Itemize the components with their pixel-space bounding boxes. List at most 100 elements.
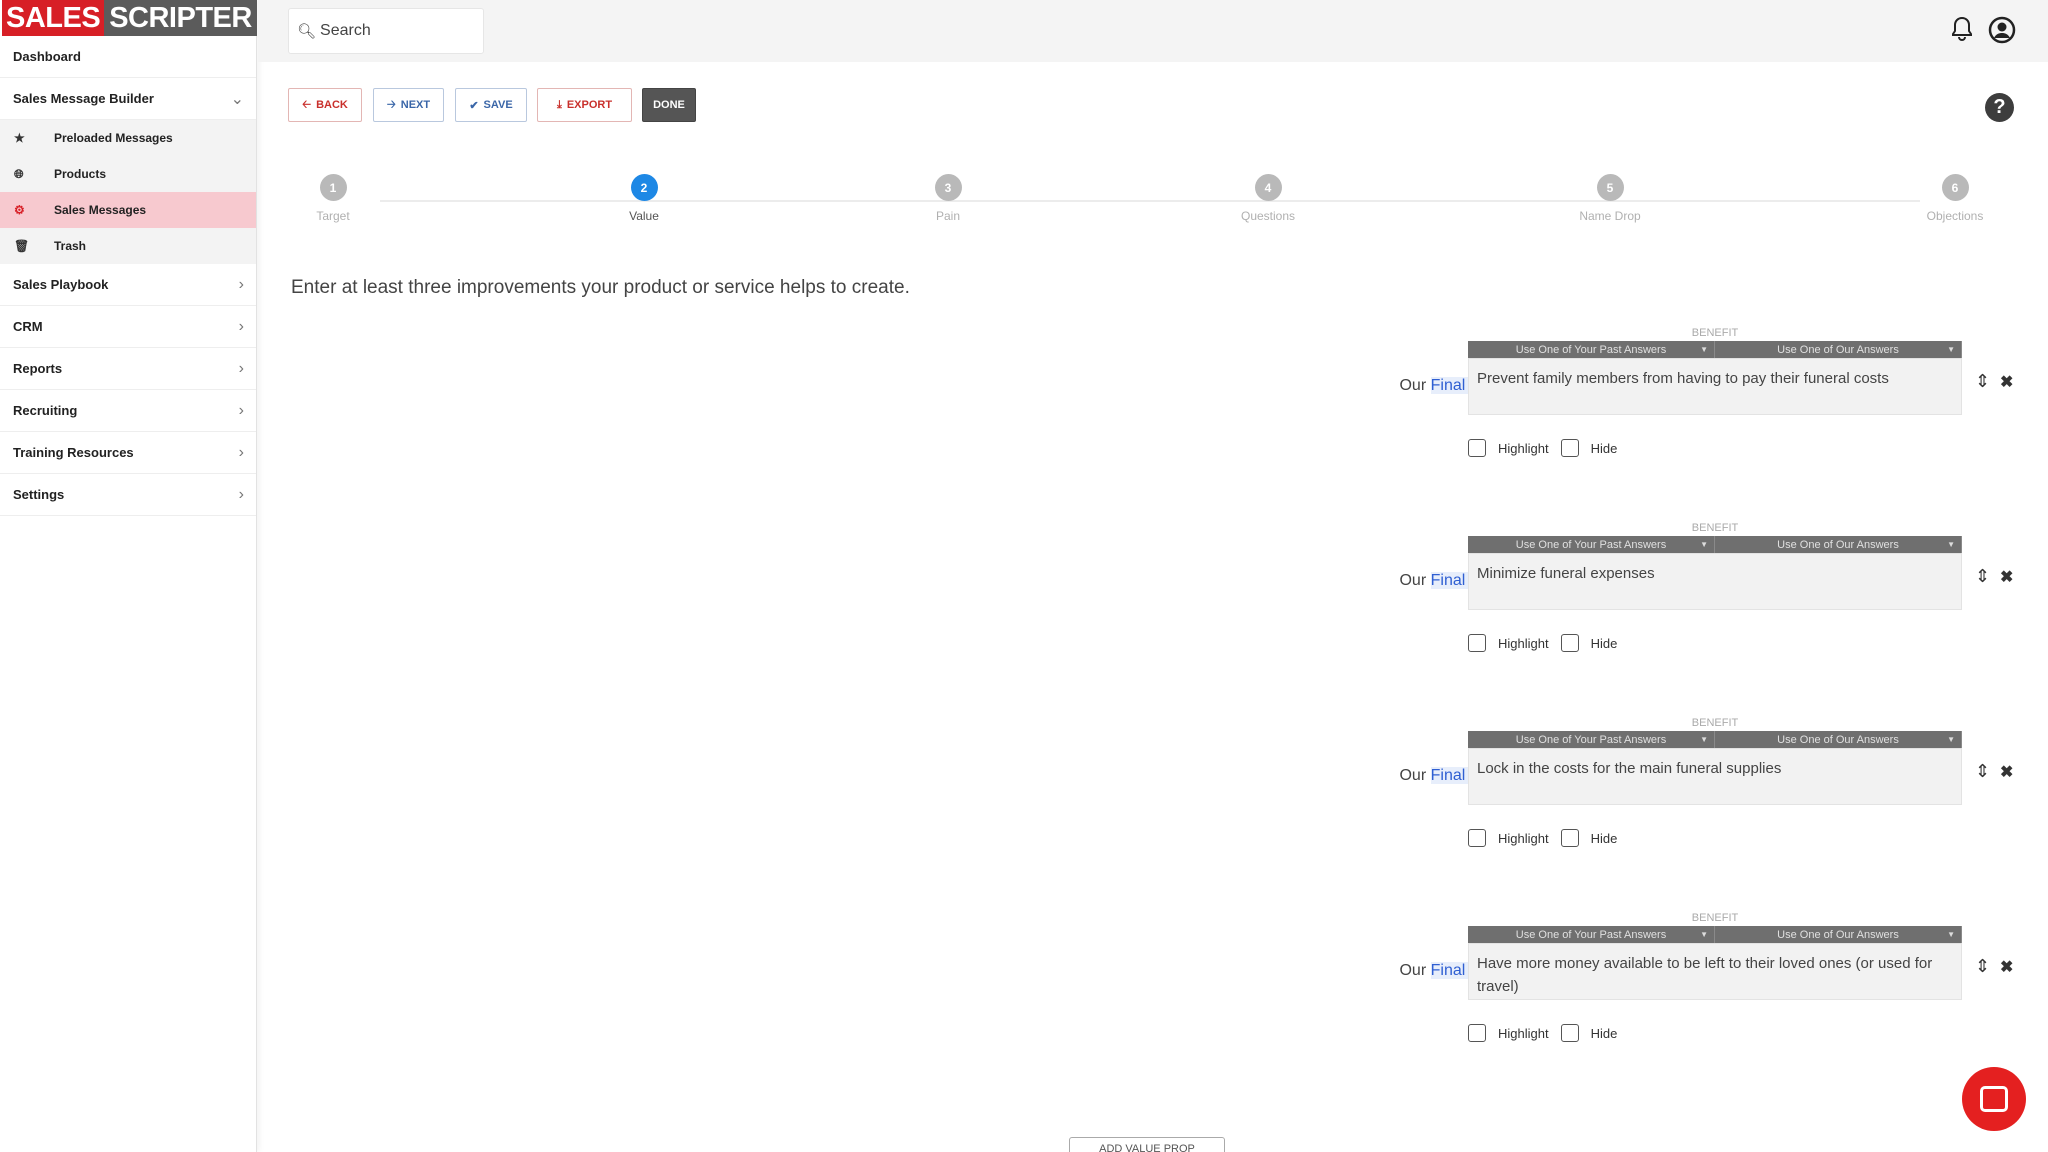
trash-icon: 🗑︎ — [14, 239, 30, 253]
benefit-textarea[interactable]: Minimize funeral expenses — [1468, 553, 1962, 610]
back-button-label: BACK — [316, 99, 348, 111]
benefit-textarea[interactable]: Prevent family members from having to pa… — [1468, 358, 1962, 415]
download-icon: ⤓ — [556, 98, 562, 111]
caret-down-icon: ▼ — [1947, 735, 1955, 744]
step-pain[interactable]: 3 Pain — [878, 174, 1018, 223]
highlight-checkbox[interactable] — [1468, 1024, 1486, 1042]
sidebar-item-products[interactable]: 🌐︎ Products — [0, 156, 256, 192]
caret-down-icon: ▼ — [1947, 345, 1955, 354]
nav-recruiting[interactable]: Recruiting › — [0, 390, 256, 432]
dropdown-label: Use One of Our Answers — [1777, 733, 1899, 746]
star-icon: ★ — [14, 131, 25, 145]
step-number: 6 — [1941, 174, 1969, 201]
benefit-options: Highlight Hide — [1468, 439, 1617, 457]
step-objections[interactable]: 6 Objections — [1885, 174, 2025, 223]
highlight-checkbox[interactable] — [1468, 829, 1486, 847]
dropdown-label: Use One of Your Past Answers — [1515, 928, 1667, 941]
past-answers-dropdown[interactable]: Use One of Your Past Answers ▼ — [1468, 341, 1715, 358]
nav-section-label: Sales Playbook — [13, 277, 109, 292]
benefit-textarea[interactable]: Lock in the costs for the main funeral s… — [1468, 748, 1962, 805]
highlight-label: Highlight — [1498, 830, 1549, 846]
sort-icon[interactable]: ⇕ — [1975, 761, 1990, 782]
top-bar: 🔍︎ Search — [258, 0, 2048, 62]
benefit-row: Our Final Expense helps people to BENEFI… — [1180, 717, 2040, 892]
nav-sales-playbook[interactable]: Sales Playbook › — [0, 264, 256, 306]
benefit-textarea[interactable]: Have more money available to be left to … — [1468, 943, 1962, 1000]
caret-down-icon: ▼ — [1700, 930, 1708, 939]
hide-label: Hide — [1590, 830, 1618, 846]
hide-checkbox[interactable] — [1560, 634, 1579, 652]
save-button-label: SAVE — [483, 99, 513, 111]
next-button-label: NEXT — [400, 99, 431, 111]
next-button[interactable]: 🡢︎ NEXT — [373, 88, 444, 122]
answer-dropdowns: Use One of Your Past Answers ▼ Use One of… — [1468, 536, 1962, 553]
dropdown-label: Use One of Your Past Answers — [1515, 538, 1667, 551]
sort-icon[interactable]: ⇕ — [1975, 956, 1990, 977]
highlight-label: Highlight — [1498, 440, 1549, 456]
step-label: Value — [629, 209, 659, 223]
chat-bubble-glyph — [1980, 1086, 2008, 1112]
hide-label: Hide — [1590, 635, 1618, 651]
our-answers-dropdown[interactable]: Use One of Our Answers ▼ — [1715, 731, 1962, 748]
close-icon[interactable]: ✖ — [2000, 762, 2013, 782]
nav-crm[interactable]: CRM › — [0, 306, 256, 348]
back-button[interactable]: 🡠︎ BACK — [288, 88, 362, 122]
bell-icon[interactable] — [1950, 16, 1974, 49]
close-icon[interactable]: ✖ — [2000, 567, 2013, 587]
nav-dashboard[interactable]: Dashboard — [0, 36, 256, 78]
hide-label: Hide — [1590, 440, 1618, 456]
hide-checkbox[interactable] — [1560, 1024, 1579, 1042]
nav-reports[interactable]: Reports › — [0, 348, 256, 390]
our-answers-dropdown[interactable]: Use One of Our Answers ▼ — [1715, 341, 1962, 358]
search-input[interactable]: 🔍︎ Search — [288, 8, 484, 54]
sort-icon[interactable]: ⇕ — [1975, 371, 1990, 392]
answer-dropdowns: Use One of Your Past Answers ▼ Use One of… — [1468, 731, 1962, 748]
sidebar: SALES SCRIPTER Dashboard Sales Message B… — [0, 0, 257, 1152]
past-answers-dropdown[interactable]: Use One of Your Past Answers ▼ — [1468, 926, 1715, 943]
hide-checkbox[interactable] — [1560, 829, 1579, 847]
add-button-label: ADD VALUE PROP — [1099, 1143, 1195, 1152]
our-answers-dropdown[interactable]: Use One of Our Answers ▼ — [1715, 536, 1962, 553]
export-button-label: EXPORT — [566, 99, 613, 111]
sales-scripter-logo[interactable]: SALES SCRIPTER — [2, 0, 257, 36]
chevron-right-icon: › — [238, 401, 244, 419]
sidebar-item-preloaded-messages[interactable]: ★ Preloaded Messages — [0, 120, 256, 156]
sort-icon[interactable]: ⇕ — [1975, 566, 1990, 587]
step-value[interactable]: 2 Value — [574, 174, 714, 223]
sidebar-item-trash[interactable]: 🗑︎ Trash — [0, 228, 256, 264]
highlight-label: Highlight — [1498, 635, 1549, 651]
benefit-title: BENEFIT — [1691, 327, 1739, 339]
dropdown-label: Use One of Our Answers — [1777, 928, 1899, 941]
arrow-left-icon: 🡠︎ — [302, 98, 312, 111]
add-value-prop-button[interactable]: ADD VALUE PROP — [1069, 1137, 1225, 1152]
save-button[interactable]: ✔ SAVE — [455, 88, 527, 122]
help-icon[interactable]: ? — [1985, 93, 2014, 122]
caret-down-icon: ▼ — [1947, 930, 1955, 939]
prefix-our: Our — [1399, 962, 1427, 979]
benefit-title: BENEFIT — [1691, 912, 1739, 924]
our-answers-dropdown[interactable]: Use One of Our Answers ▼ — [1715, 926, 1962, 943]
caret-down-icon: ▼ — [1700, 345, 1708, 354]
highlight-checkbox[interactable] — [1468, 634, 1486, 652]
user-account-icon[interactable] — [1988, 16, 2016, 51]
nav-settings[interactable]: Settings › — [0, 474, 256, 516]
close-icon[interactable]: ✖ — [2000, 957, 2013, 977]
hide-checkbox[interactable] — [1560, 439, 1579, 457]
past-answers-dropdown[interactable]: Use One of Your Past Answers ▼ — [1468, 731, 1715, 748]
done-button[interactable]: DONE — [642, 88, 696, 122]
sidebar-item-sales-messages[interactable]: ⚙ Sales Messages — [0, 192, 256, 228]
export-button[interactable]: ⤓ EXPORT — [537, 88, 632, 122]
sidebar-item-label: Sales Messages — [54, 203, 147, 217]
nav-sales-message-builder[interactable]: Sales Message Builder ⌄ — [0, 78, 256, 120]
step-name-drop[interactable]: 5 Name Drop — [1540, 174, 1680, 223]
nav-training-resources[interactable]: Training Resources › — [0, 432, 256, 474]
step-target[interactable]: 1 Target — [263, 174, 403, 223]
highlight-checkbox[interactable] — [1468, 439, 1486, 457]
past-answers-dropdown[interactable]: Use One of Your Past Answers ▼ — [1468, 536, 1715, 553]
chat-support-icon[interactable] — [1962, 1067, 2026, 1131]
step-label: Pain — [935, 209, 961, 223]
chevron-right-icon: › — [238, 359, 244, 377]
step-number: 4 — [1254, 174, 1282, 201]
step-questions[interactable]: 4 Questions — [1198, 174, 1338, 223]
close-icon[interactable]: ✖ — [2000, 372, 2013, 392]
